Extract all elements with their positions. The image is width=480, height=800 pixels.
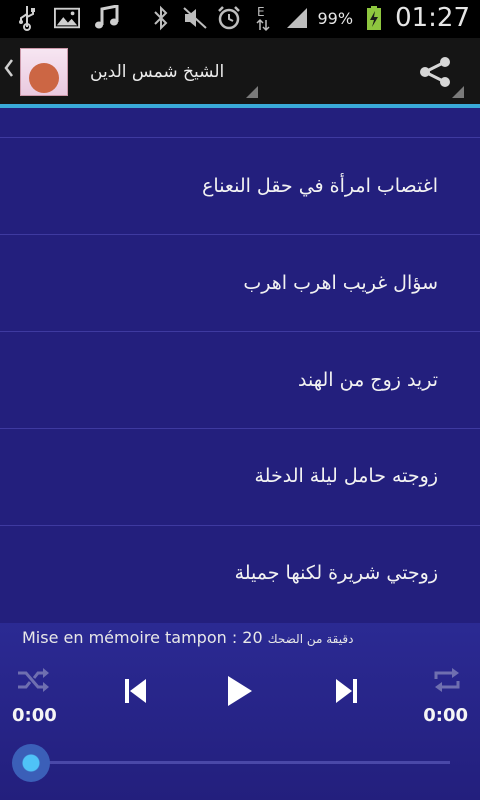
next-icon[interactable] xyxy=(334,678,358,708)
list-item-label: زوجته حامل ليلة الدخلة xyxy=(254,465,439,487)
signal-icon xyxy=(284,4,310,32)
list-item-label: اغتصاب امرأة في حقل النعناع xyxy=(202,175,438,197)
total-duration: 0:00 xyxy=(423,705,468,726)
app-logo[interactable] xyxy=(20,48,68,96)
usb-icon xyxy=(14,4,40,32)
seek-handle[interactable] xyxy=(12,744,50,782)
list-item[interactable]: سؤال غريب اهرب اهرب xyxy=(0,235,480,331)
media-player: Mise en mémoire tampon : 20 دقيقة من الض… xyxy=(0,623,480,800)
list-item[interactable]: تريد زوج من الهند xyxy=(0,332,480,428)
overflow-indicator xyxy=(452,86,464,98)
list-item-label: تريد زوج من الهند xyxy=(298,369,438,391)
action-bar: الشيخ شمس الدين xyxy=(0,38,480,104)
list-item-label: سؤال غريب اهرب اهرب xyxy=(243,272,438,294)
bluetooth-icon xyxy=(148,4,174,32)
elapsed-time: 0:00 xyxy=(12,705,57,726)
buffering-status: Mise en mémoire tampon : 20 دقيقة من الض… xyxy=(22,628,353,647)
list-item[interactable]: زوجتي شريرة لكنها جميلة xyxy=(0,525,480,621)
image-icon xyxy=(54,4,80,32)
previous-icon[interactable] xyxy=(124,678,148,708)
repeat-icon[interactable] xyxy=(432,667,462,697)
edge-data-icon: E xyxy=(250,4,276,32)
chevron-left-icon[interactable] xyxy=(4,58,14,84)
seek-bar[interactable] xyxy=(30,761,450,764)
app-logo-portrait xyxy=(29,63,59,93)
share-icon[interactable] xyxy=(418,56,452,88)
list-item-label: زوجتي شريرة لكنها جميلة xyxy=(234,562,438,584)
music-icon xyxy=(94,4,120,32)
title-dropdown-indicator xyxy=(246,86,258,98)
page-title: الشيخ شمس الدين xyxy=(90,62,225,82)
clock: 01:27 xyxy=(395,3,470,33)
status-bar: E 99% 01:27 xyxy=(0,0,480,38)
clip-list[interactable]: اغتصاب امرأة في حقل النعناع سؤال غريب اه… xyxy=(0,108,480,623)
play-icon[interactable] xyxy=(226,675,254,711)
buffering-label: Mise en mémoire tampon : 20 xyxy=(22,628,263,647)
mute-icon xyxy=(182,4,208,32)
shuffle-icon[interactable] xyxy=(16,667,50,697)
battery-charging-icon xyxy=(361,4,387,32)
list-item[interactable]: زوجته حامل ليلة الدخلة xyxy=(0,428,480,524)
list-item[interactable]: اغتصاب امرأة في حقل النعناع xyxy=(0,138,480,234)
svg-text:E: E xyxy=(257,5,265,19)
buffering-track: دقيقة من الضحك xyxy=(267,632,354,646)
battery-percent: 99% xyxy=(317,8,354,28)
alarm-icon xyxy=(216,4,242,32)
